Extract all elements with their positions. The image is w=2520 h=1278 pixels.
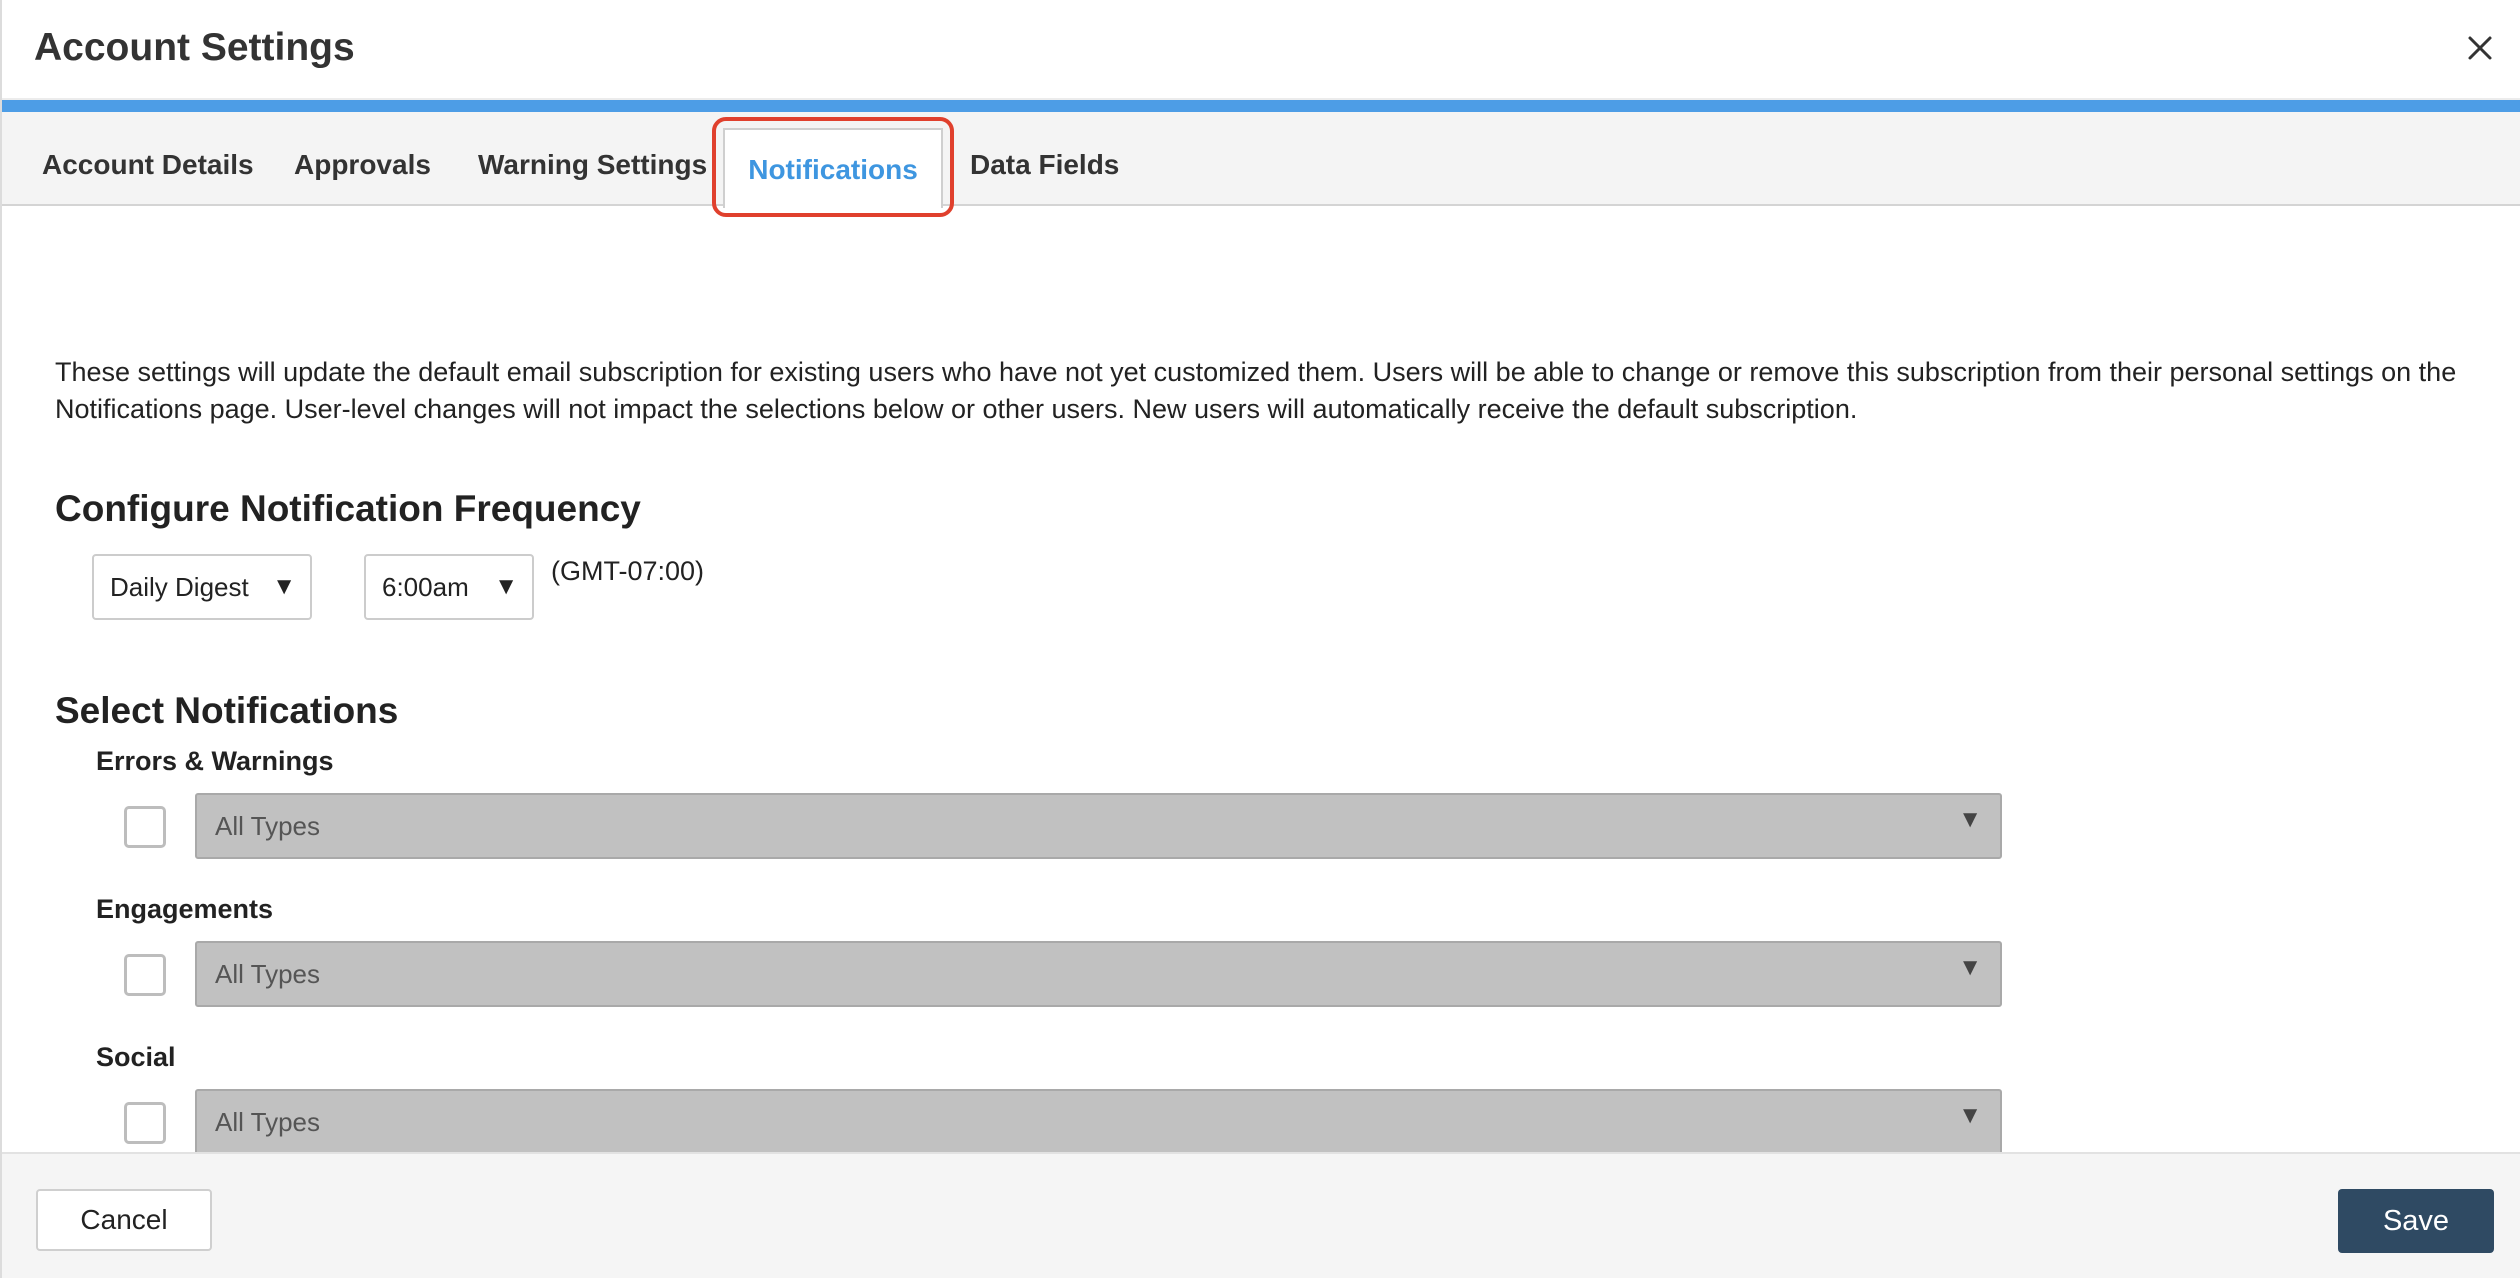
social-type-select[interactable]: All Types ▼ [195,1089,2002,1152]
frequency-select-value: Daily Digest [110,572,249,602]
time-select[interactable]: 6:00am ▼ [364,554,534,620]
select-notifications-heading: Select Notifications [55,690,399,731]
engagements-type-select[interactable]: All Types ▼ [195,941,2002,1007]
intro-text: These settings will update the default e… [55,357,2457,424]
caret-down-icon: ▼ [1958,1102,1982,1129]
caret-down-icon: ▼ [494,573,518,600]
caret-down-icon: ▼ [1958,806,1982,833]
save-button[interactable]: Save [2338,1189,2494,1253]
tab-data-fields[interactable]: Data Fields [970,112,1119,206]
tab-notifications[interactable]: Notifications [723,128,943,208]
tab-account-details[interactable]: Account Details [42,112,254,206]
errors-warnings-type-value: All Types [215,811,321,841]
timezone-label: (GMT-07:00) [551,556,705,586]
engagements-checkbox[interactable] [124,954,166,996]
errors-warnings-type-select[interactable]: All Types ▼ [195,793,2002,859]
modal-title: Account Settings [34,26,355,69]
tab-approvals[interactable]: Approvals [294,112,431,206]
errors-warnings-checkbox[interactable] [124,806,166,848]
engagements-type-value: All Types [215,959,321,989]
social-type-value: All Types [215,1107,321,1137]
group-label-errors-warnings: Errors & Warnings [96,746,334,776]
time-select-value: 6:00am [382,572,469,602]
account-settings-modal: Account Settings Account Details Approva… [0,0,2520,1278]
close-button[interactable] [2460,28,2500,68]
frequency-heading: Configure Notification Frequency [55,488,641,529]
tab-warning-settings[interactable]: Warning Settings [478,112,707,206]
group-label-social: Social [96,1042,176,1072]
settings-tabs: Account Details Approvals Warning Settin… [2,112,2520,208]
group-label-engagements: Engagements [96,894,274,924]
notifications-panel: These settings will update the default e… [2,206,2520,1152]
cancel-button[interactable]: Cancel [36,1189,212,1251]
frequency-select[interactable]: Daily Digest ▼ [92,554,312,620]
caret-down-icon: ▼ [272,573,296,600]
social-checkbox[interactable] [124,1102,166,1144]
header-accent-bar [2,100,2520,112]
close-icon [2468,36,2492,60]
modal-header: Account Settings [2,0,2520,100]
modal-footer: Cancel Save [2,1152,2520,1278]
caret-down-icon: ▼ [1958,954,1982,981]
